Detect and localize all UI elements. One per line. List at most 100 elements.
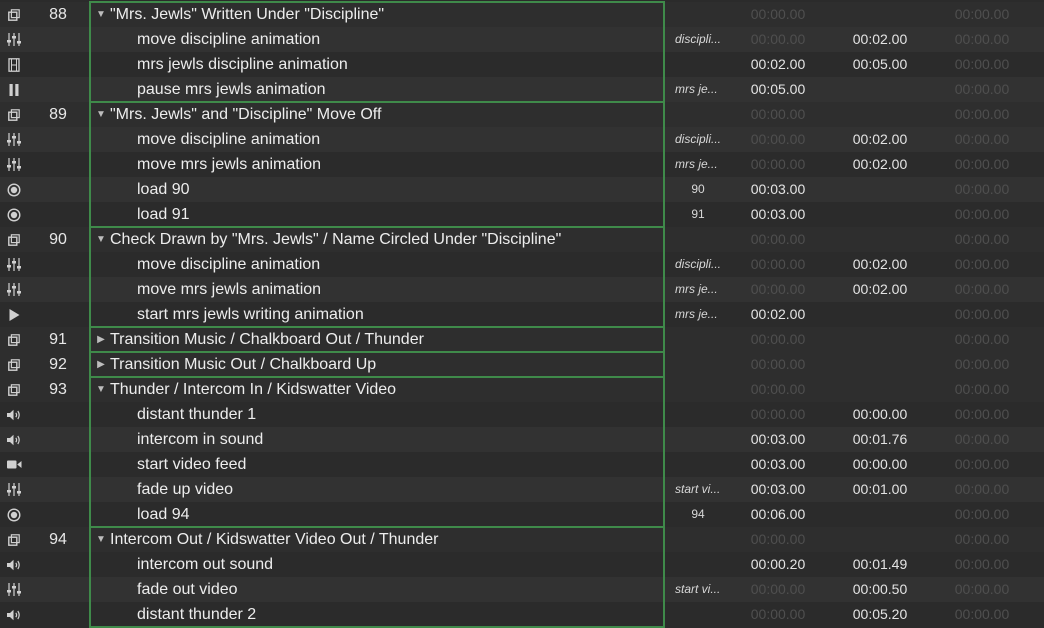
cue-row[interactable]: pause mrs jewls animation mrs je... 00:05.…	[0, 77, 1044, 102]
action-duration: 00:02.00	[852, 31, 908, 47]
group-cue-row[interactable]: 94 ▼ Intercom Out / Kidswatter Video Out /…	[0, 527, 1044, 552]
cue-name-text: start video feed	[137, 456, 247, 473]
cue-row[interactable]: move discipline animation discipli... 00:0…	[0, 252, 1044, 277]
action-duration: 00:00.50	[852, 581, 908, 597]
group-cue-row[interactable]: 88 ▼ "Mrs. Jewls" Written Under "Disciplin…	[0, 2, 1044, 27]
cue-name: start video feed	[92, 452, 664, 477]
cue-list[interactable]: 88 ▼ "Mrs. Jewls" Written Under "Disciplin…	[0, 0, 1044, 628]
cue-name: fade out video	[92, 577, 664, 602]
post-wait: 00:00.00	[954, 231, 1010, 247]
cue-name: load 91	[92, 202, 664, 227]
post-wait: 00:00.00	[954, 181, 1010, 197]
disclosure-open-icon[interactable]: ▼	[92, 377, 110, 402]
pre-wait: 00:00.00	[750, 156, 806, 172]
post-wait: 00:00.00	[954, 106, 1010, 122]
disclosure-open-icon[interactable]: ▼	[92, 2, 110, 27]
action-duration	[832, 102, 928, 127]
cue-name-text: Intercom Out / Kidswatter Video Out / Th…	[110, 531, 439, 548]
group-cue-row[interactable]: 90 ▼ Check Drawn by "Mrs. Jewls" / Name Ci…	[0, 227, 1044, 252]
cue-row[interactable]: fade out video start vi... 00:00.00 00:00.5…	[0, 577, 1044, 602]
cue-row[interactable]: load 90 90 00:03.00 00:00.00	[0, 177, 1044, 202]
start-icon-glyph	[9, 308, 19, 321]
cue-name: move discipline animation	[92, 127, 664, 152]
cue-row[interactable]: distant thunder 1 00:00.00 00:00.00 00:00.0…	[0, 402, 1044, 427]
fade-icon-glyph	[7, 583, 21, 596]
cue-name: move mrs jewls animation	[92, 152, 664, 177]
cue-name-text: fade up video	[137, 481, 234, 498]
cue-row[interactable]: load 94 94 00:06.00 00:00.00	[0, 502, 1044, 527]
pre-wait: 00:03.00	[750, 206, 806, 222]
cue-name: load 94	[92, 502, 664, 527]
disclosure-closed-icon[interactable]: ▶	[92, 327, 110, 352]
post-wait: 00:00.00	[954, 581, 1010, 597]
cue-name-text: move mrs jewls animation	[137, 281, 322, 298]
pre-wait: 00:00.00	[750, 231, 806, 247]
fade-icon	[0, 252, 28, 277]
pre-wait: 00:00.00	[750, 106, 806, 122]
cue-row[interactable]: move discipline animation discipli... 00:0…	[0, 127, 1044, 152]
cue-row[interactable]: mrs jewls discipline animation 00:02.00 00…	[0, 52, 1044, 77]
cue-name-text: load 90	[137, 181, 190, 198]
cue-name-text: "Mrs. Jewls" Written Under "Discipline"	[110, 6, 385, 23]
pre-wait: 00:00.00	[750, 406, 806, 422]
cue-number	[28, 27, 88, 52]
action-duration: 00:00.00	[852, 456, 908, 472]
group-cue-row[interactable]: 91 ▶ Transition Music / Chalkboard Out / T…	[0, 327, 1044, 352]
action-duration	[832, 2, 928, 27]
pre-wait: 00:03.00	[750, 481, 806, 497]
post-wait: 00:00.00	[954, 506, 1010, 522]
cue-row[interactable]: intercom in sound 00:03.00 00:01.76 00:00.0…	[0, 427, 1044, 452]
pre-wait: 00:03.00	[750, 181, 806, 197]
disclosure-open-icon[interactable]: ▼	[92, 527, 110, 552]
cue-name: mrs jewls discipline animation	[92, 52, 664, 77]
cue-row[interactable]: start mrs jewls writing animation mrs je.…	[0, 302, 1044, 327]
cue-row[interactable]: move mrs jewls animation mrs je... 00:00.0…	[0, 152, 1044, 177]
cue-row[interactable]: move discipline animation discipli... 00:0…	[0, 27, 1044, 52]
cue-number	[28, 202, 88, 227]
pre-wait: 00:00.00	[750, 131, 806, 147]
disclosure-open-icon[interactable]: ▼	[92, 102, 110, 127]
fade-icon	[0, 277, 28, 302]
fade-icon-glyph	[7, 133, 21, 146]
cue-row[interactable]: start video feed 00:03.00 00:00.00 00:00.00	[0, 452, 1044, 477]
pre-wait: 00:00.20	[750, 556, 806, 572]
start-icon	[0, 302, 28, 327]
group-icon	[0, 377, 28, 402]
post-wait: 00:00.00	[954, 331, 1010, 347]
cue-name-text: Check Drawn by "Mrs. Jewls" / Name Circl…	[110, 231, 562, 248]
cue-name-text: intercom out sound	[137, 556, 274, 573]
cue-name-text: intercom in sound	[137, 431, 264, 448]
cue-row[interactable]: move mrs jewls animation mrs je... 00:00.0…	[0, 277, 1044, 302]
group-icon-glyph	[8, 333, 20, 346]
cue-name-text: Transition Music Out / Chalkboard Up	[110, 356, 377, 373]
post-wait: 00:00.00	[954, 206, 1010, 222]
group-cue-row[interactable]: 93 ▼ Thunder / Intercom In / Kidswatter Vi…	[0, 377, 1044, 402]
cue-number: 93	[49, 381, 67, 398]
cue-number	[28, 77, 88, 102]
post-wait: 00:00.00	[954, 531, 1010, 547]
audio-icon-glyph	[6, 609, 20, 620]
cue-name: intercom in sound	[92, 427, 664, 452]
disclosure-closed-icon[interactable]: ▶	[92, 352, 110, 377]
disclosure-open-icon[interactable]: ▼	[92, 227, 110, 252]
cue-number: 94	[49, 531, 67, 548]
cue-name: move discipline animation	[92, 27, 664, 52]
cue-number	[28, 577, 88, 602]
group-icon-glyph	[8, 8, 20, 21]
cue-row[interactable]: load 91 91 00:03.00 00:00.00	[0, 202, 1044, 227]
cue-name-text: move mrs jewls animation	[137, 156, 322, 173]
cue-name-text: Transition Music / Chalkboard Out / Thun…	[110, 331, 424, 348]
load-icon-glyph	[7, 182, 21, 197]
cue-name: pause mrs jewls animation	[92, 77, 664, 102]
group-icon-glyph	[8, 358, 20, 371]
pre-wait: 00:00.00	[750, 256, 806, 272]
pre-wait: 00:06.00	[750, 506, 806, 522]
cue-row[interactable]: intercom out sound 00:00.20 00:01.49 00:00.…	[0, 552, 1044, 577]
cue-row[interactable]: fade up video start vi... 00:03.00 00:01.00…	[0, 477, 1044, 502]
cue-row[interactable]: distant thunder 2 00:00.00 00:05.20 00:00.0…	[0, 602, 1044, 627]
group-icon	[0, 527, 28, 552]
cue-number	[28, 177, 88, 202]
group-cue-row[interactable]: 89 ▼ "Mrs. Jewls" and "Discipline" Move Of…	[0, 102, 1044, 127]
cue-name-text: Thunder / Intercom In / Kidswatter Video	[110, 381, 397, 398]
group-cue-row[interactable]: 92 ▶ Transition Music Out / Chalkboard Up 0…	[0, 352, 1044, 377]
